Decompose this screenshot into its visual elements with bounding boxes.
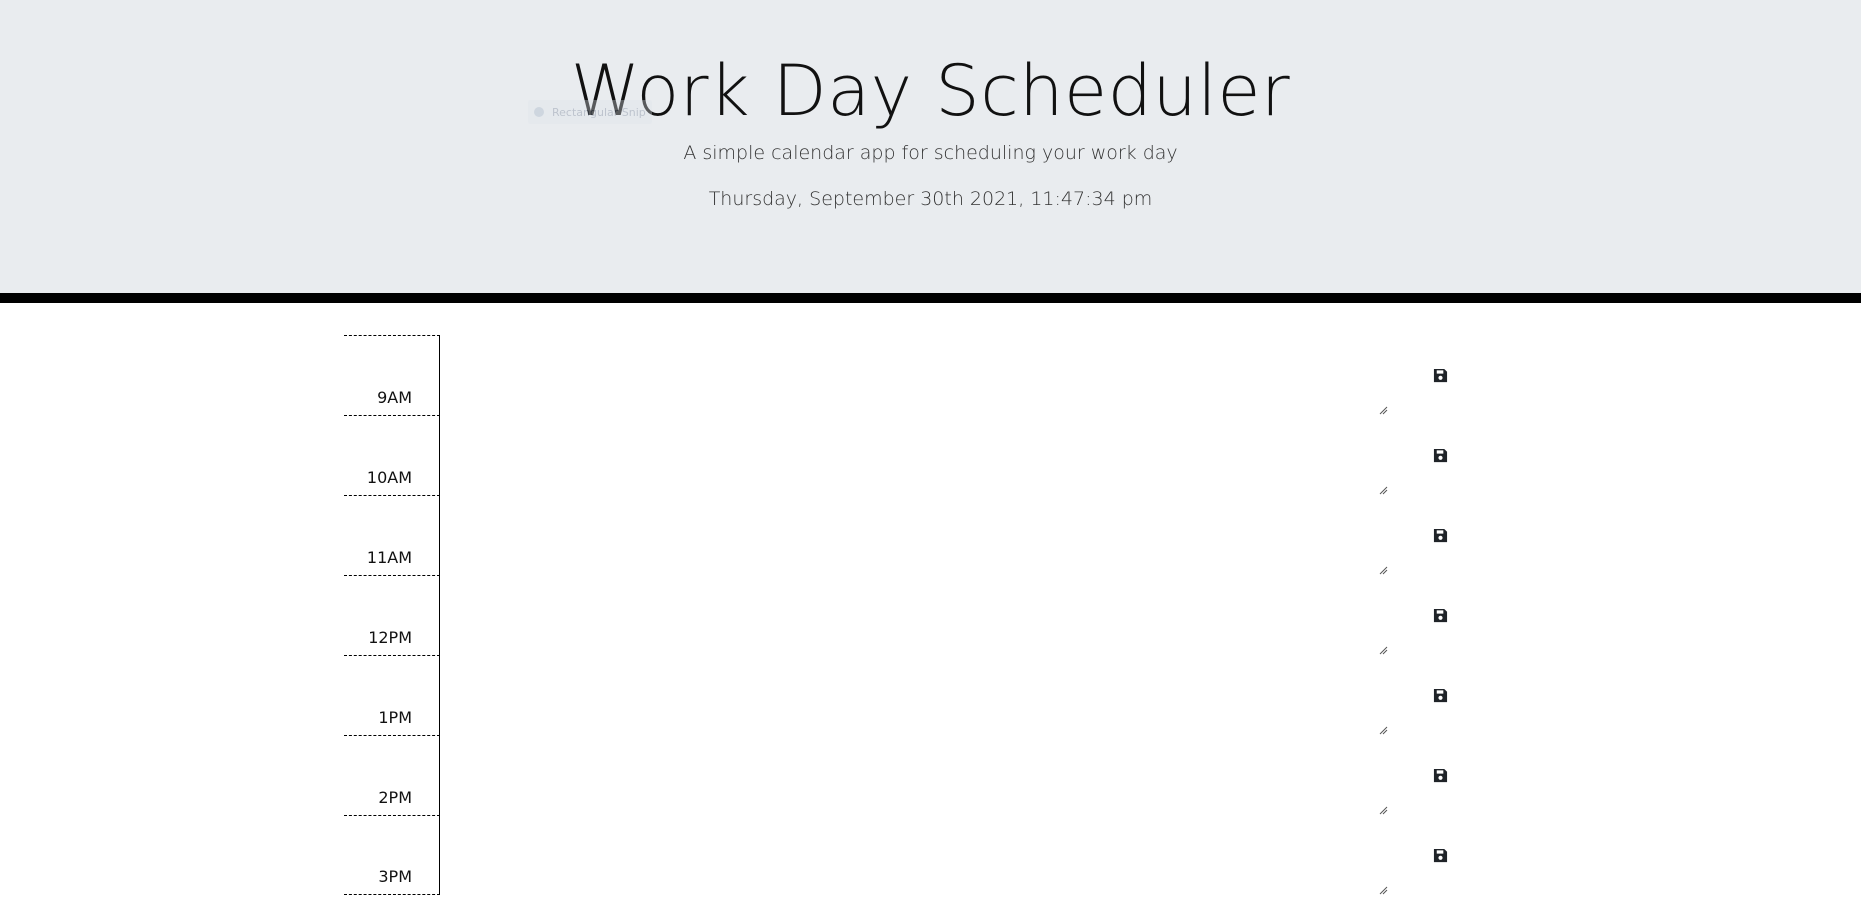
floppy-disk-icon bbox=[1433, 768, 1448, 782]
event-description-textarea[interactable] bbox=[440, 815, 1387, 895]
event-description-textarea[interactable] bbox=[440, 335, 1387, 415]
hour-label: 1PM bbox=[378, 708, 412, 727]
save-button[interactable] bbox=[1387, 495, 1494, 575]
snip-overlay-label: Rectangular Snip bbox=[552, 105, 646, 119]
save-button[interactable] bbox=[1387, 655, 1494, 735]
page-title: Work Day Scheduler bbox=[570, 50, 1291, 132]
current-datetime: Thursday, September 30th 2021, 11:47:34 … bbox=[708, 188, 1153, 210]
time-block-row: 12PM bbox=[344, 575, 1494, 655]
page-subtitle: A simple calendar app for scheduling you… bbox=[683, 142, 1178, 164]
floppy-disk-icon bbox=[1433, 688, 1448, 702]
save-button[interactable] bbox=[1387, 335, 1494, 415]
save-button[interactable] bbox=[1387, 415, 1494, 495]
time-block-row: 9AM bbox=[344, 335, 1494, 415]
save-button[interactable] bbox=[1387, 815, 1494, 895]
floppy-disk-icon bbox=[1433, 848, 1448, 862]
save-button[interactable] bbox=[1387, 575, 1494, 655]
event-description-textarea[interactable] bbox=[440, 575, 1387, 655]
hour-label: 9AM bbox=[377, 388, 412, 407]
snip-overlay-chip: Rectangular Snip bbox=[528, 100, 652, 124]
event-description-textarea[interactable] bbox=[440, 735, 1387, 815]
floppy-disk-icon bbox=[1433, 368, 1448, 382]
header-jumbotron: Work Day Scheduler Rectangular Snip A si… bbox=[0, 0, 1861, 303]
hour-label: 12PM bbox=[368, 628, 412, 647]
time-block-row: 2PM bbox=[344, 735, 1494, 815]
time-block-row: 1PM bbox=[344, 655, 1494, 735]
event-description-textarea[interactable] bbox=[440, 655, 1387, 735]
hour-cell: 11AM bbox=[344, 495, 440, 575]
hour-cell: 3PM bbox=[344, 815, 440, 895]
hour-label: 11AM bbox=[366, 548, 412, 567]
time-block-row: 3PM bbox=[344, 815, 1494, 895]
floppy-disk-icon bbox=[1433, 608, 1448, 622]
event-description-textarea[interactable] bbox=[440, 415, 1387, 495]
hour-label: 2PM bbox=[378, 788, 412, 807]
time-block-row: 10AM bbox=[344, 415, 1494, 495]
event-description-textarea[interactable] bbox=[440, 495, 1387, 575]
hour-cell: 10AM bbox=[344, 415, 440, 495]
hour-label: 3PM bbox=[378, 867, 412, 886]
hour-cell: 2PM bbox=[344, 735, 440, 815]
snip-icon bbox=[534, 107, 544, 117]
hour-cell: 12PM bbox=[344, 575, 440, 655]
hour-cell: 1PM bbox=[344, 655, 440, 735]
hour-label: 10AM bbox=[366, 468, 412, 487]
floppy-disk-icon bbox=[1433, 448, 1448, 462]
time-block-row: 11AM bbox=[344, 495, 1494, 575]
floppy-disk-icon bbox=[1433, 528, 1448, 542]
save-button[interactable] bbox=[1387, 735, 1494, 815]
schedule-container: 9AM 10AM 11AM 12PM 1PM 2PM 3PM bbox=[344, 335, 1494, 895]
hour-cell: 9AM bbox=[344, 335, 440, 415]
